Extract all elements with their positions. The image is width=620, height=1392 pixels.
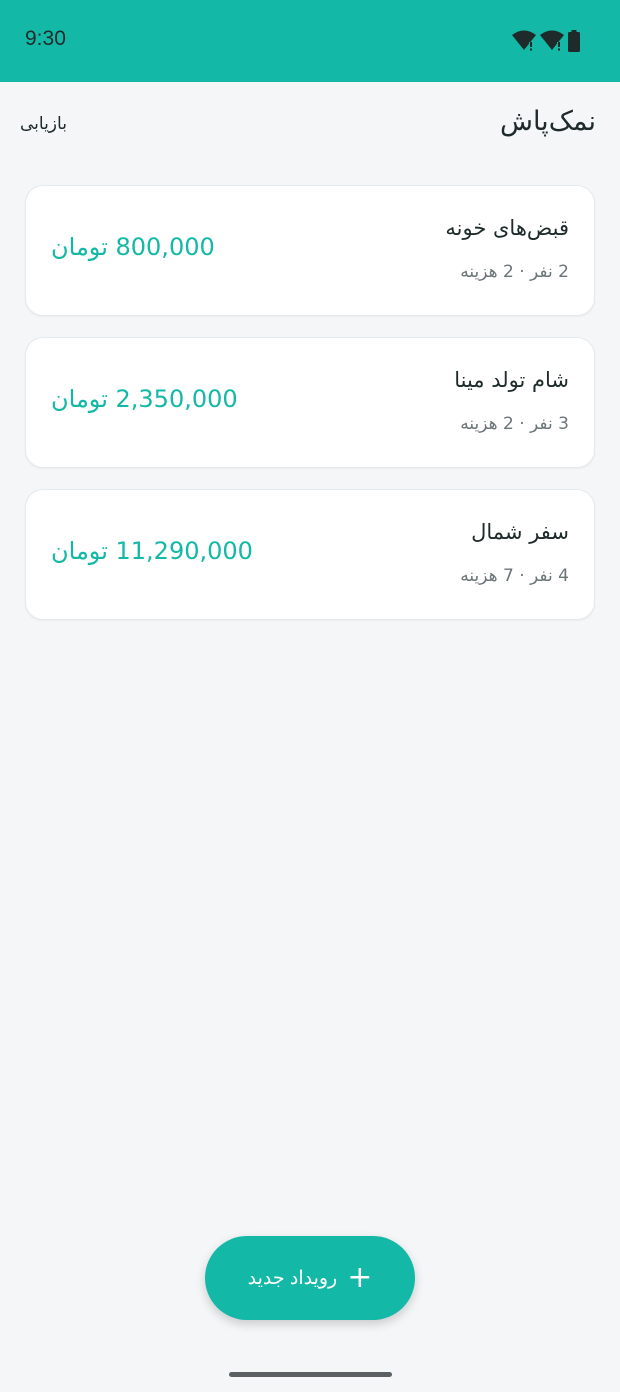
status-time: 9:30 bbox=[25, 27, 66, 50]
event-list: قبض‌های خونه 2 نفر · 2 هزینه 800,000 توم… bbox=[25, 185, 595, 641]
event-card[interactable]: شام تولد مینا 3 نفر · 2 هزینه 2,350,000 … bbox=[25, 337, 595, 468]
event-amount: 11,290,000 تومان bbox=[51, 537, 253, 565]
event-title: شام تولد مینا bbox=[454, 368, 569, 392]
wifi-icon bbox=[540, 30, 564, 52]
app-screen: 9:30 bbox=[0, 0, 620, 1392]
new-event-label: رویداد جدید bbox=[247, 1267, 338, 1289]
status-bar: 9:30 bbox=[0, 0, 620, 82]
status-icons bbox=[512, 30, 580, 52]
event-meta: 2 نفر · 2 هزینه bbox=[460, 262, 569, 282]
plus-icon: + bbox=[347, 1260, 373, 1295]
app-bar: نمک‌پاش بازیابی bbox=[0, 82, 620, 170]
event-meta: 4 نفر · 7 هزینه bbox=[460, 566, 569, 586]
restore-button[interactable]: بازیابی bbox=[20, 114, 67, 134]
event-amount: 800,000 تومان bbox=[51, 233, 215, 261]
wifi-icon bbox=[512, 30, 536, 52]
battery-icon bbox=[568, 30, 580, 52]
app-title: نمک‌پاش bbox=[500, 106, 596, 137]
event-amount: 2,350,000 تومان bbox=[51, 385, 238, 413]
home-indicator[interactable] bbox=[229, 1372, 392, 1377]
event-card[interactable]: قبض‌های خونه 2 نفر · 2 هزینه 800,000 توم… bbox=[25, 185, 595, 316]
event-title: قبض‌های خونه bbox=[445, 216, 569, 240]
new-event-button[interactable]: + رویداد جدید bbox=[205, 1236, 415, 1320]
event-meta: 3 نفر · 2 هزینه bbox=[460, 414, 569, 434]
event-card[interactable]: سفر شمال 4 نفر · 7 هزینه 11,290,000 توما… bbox=[25, 489, 595, 620]
event-title: سفر شمال bbox=[471, 520, 569, 544]
